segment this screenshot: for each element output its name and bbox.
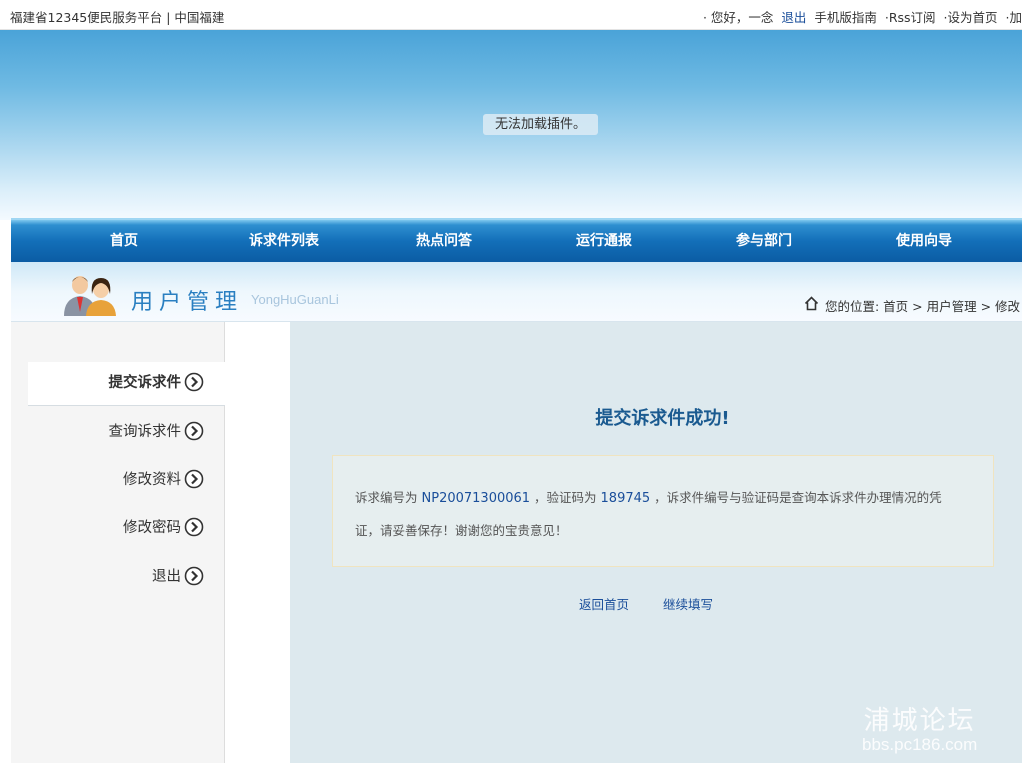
mobile-guide-link[interactable]: 手机版指南 [814, 10, 877, 25]
logout-link[interactable]: 退出 [781, 10, 806, 25]
nav-item-case-list[interactable]: 诉求件列表 [224, 220, 344, 262]
notice-suffix: ，诉求件编号与验证码是查询本诉求件办理情况的凭 [654, 490, 942, 505]
sidebar-item-submit-case[interactable]: 提交诉求件 [109, 371, 205, 392]
nav-item-hot-qa[interactable]: 热点问答 [384, 220, 504, 262]
action-links: 返回首页 继续填写 [579, 594, 743, 613]
top-links: · 您好，一念 退出 手机版指南 ·Rss订阅 ·设为首页 ·加 [699, 7, 1022, 26]
chevron-right-icon [184, 517, 204, 536]
main-content: 提交诉求件成功! 诉求编号为 NP20071300061 ，验证码为 18974… [290, 322, 1022, 763]
chevron-right-icon [184, 421, 204, 440]
sidebar-item-label: 退出 [152, 569, 181, 585]
back-home-link[interactable]: 返回首页 [579, 597, 629, 612]
nav-item-home[interactable]: 首页 [64, 220, 184, 262]
notice-mid: ，验证码为 [534, 490, 597, 505]
chevron-right-icon [184, 469, 204, 488]
sidebar-item-label: 查询诉求件 [108, 424, 182, 440]
chevron-right-icon [184, 372, 204, 391]
sidebar-item-edit-profile[interactable]: 修改资料 [123, 468, 204, 489]
greeting: · 您好，一念 [702, 10, 774, 25]
sidebar-item-query-case[interactable]: 查询诉求件 [109, 420, 205, 441]
case-number: NP20071300061 [421, 491, 531, 506]
notice-box: 诉求编号为 NP20071300061 ，验证码为 189745 ，诉求件编号与… [332, 455, 994, 567]
main-nav: 首页 诉求件列表 热点问答 运行通报 参与部门 使用向导 [11, 218, 1022, 262]
sidebar-item-logout[interactable]: 退出 [152, 565, 204, 586]
success-title: 提交诉求件成功! [595, 408, 730, 429]
watermark: 浦城论坛 bbs.pc186.com [862, 700, 977, 755]
more-link[interactable]: ·加 [1006, 10, 1022, 25]
page-header: 用户管理 YongHuGuanLi 您的位置: 首页 > 用户管理 > 修改 [11, 262, 1022, 322]
content-gap [225, 322, 290, 763]
chevron-right-icon [184, 566, 204, 585]
watermark-main: 浦城论坛 [863, 706, 976, 736]
watermark-sub: bbs.pc186.com [862, 735, 978, 754]
sidebar-item-change-password[interactable]: 修改密码 [123, 516, 204, 537]
continue-link[interactable]: 继续填写 [663, 597, 713, 612]
users-icon [64, 276, 116, 316]
verification-code: 189745 [600, 491, 651, 506]
home-icon [804, 296, 819, 311]
page-subtitle: YongHuGuanLi [251, 292, 339, 307]
breadcrumb: 您的位置: 首页 > 用户管理 > 修改 [825, 299, 1021, 314]
nav-item-guide[interactable]: 使用向导 [864, 220, 984, 262]
sidebar-item-label: 修改密码 [123, 520, 181, 536]
plugin-message: 无法加载插件。 [483, 114, 598, 135]
page-title: 用户管理 [131, 290, 244, 315]
sidebar: 提交诉求件 查询诉求件 修改资料 修改密码 退出 [11, 322, 225, 763]
top-bar: 福建省12345便民服务平台 | 中国福建 · 您好，一念 退出 手机版指南 ·… [0, 0, 1022, 30]
nav-item-reports[interactable]: 运行通报 [544, 220, 664, 262]
notice-prefix: 诉求编号为 [355, 490, 418, 505]
set-home-link[interactable]: ·设为首页 [944, 10, 998, 25]
notice-line-2: 证，请妥善保存！谢谢您的宝贵意见！ [355, 523, 568, 538]
nav-item-departments[interactable]: 参与部门 [704, 220, 824, 262]
sidebar-item-label: 修改资料 [123, 472, 181, 488]
sidebar-item-label: 提交诉求件 [108, 375, 182, 391]
rss-link[interactable]: ·Rss订阅 [885, 10, 936, 25]
notice-line-1: 诉求编号为 NP20071300061 ，验证码为 189745 ，诉求件编号与… [355, 487, 942, 506]
site-title: 福建省12345便民服务平台 | 中国福建 [10, 10, 225, 25]
banner: 无法加载插件。 [0, 30, 1022, 220]
